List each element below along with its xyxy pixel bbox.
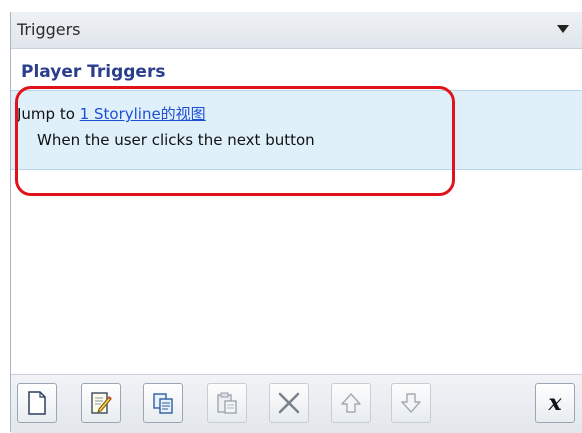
delete-trigger-button[interactable] [269,383,309,423]
arrow-down-icon [401,393,421,413]
trigger-toolbar: x [11,374,582,433]
trigger-action-line: Jump to 1 Storyline的视图 [17,103,206,124]
panel-title: Triggers [17,20,81,39]
edit-icon [91,392,112,414]
variable-x-icon: x [548,390,562,416]
trigger-action: Jump to [17,105,80,123]
trigger-row[interactable]: Jump to 1 Storyline的视图 When the user cli… [11,90,582,170]
arrow-up-icon [341,393,361,413]
new-document-icon [28,391,46,415]
delete-x-icon [278,392,300,414]
trigger-target-link[interactable]: 1 Storyline的视图 [80,105,206,123]
triggers-panel: Triggers Player Triggers Jump to 1 Story… [10,12,582,433]
new-trigger-button[interactable] [17,383,57,423]
chevron-down-icon[interactable] [557,25,569,33]
copy-trigger-button[interactable] [143,383,183,423]
move-down-button[interactable] [391,383,431,423]
section-header[interactable]: Player Triggers [11,58,582,88]
paste-icon [217,392,237,414]
move-up-button[interactable] [331,383,371,423]
copy-icon [153,393,173,414]
edit-trigger-button[interactable] [81,383,121,423]
panel-titlebar: Triggers [11,12,582,49]
paste-trigger-button[interactable] [207,383,247,423]
trigger-condition: When the user clicks the next button [37,131,315,149]
variables-button[interactable]: x [535,383,575,423]
section-label: Player Triggers [21,62,166,82]
